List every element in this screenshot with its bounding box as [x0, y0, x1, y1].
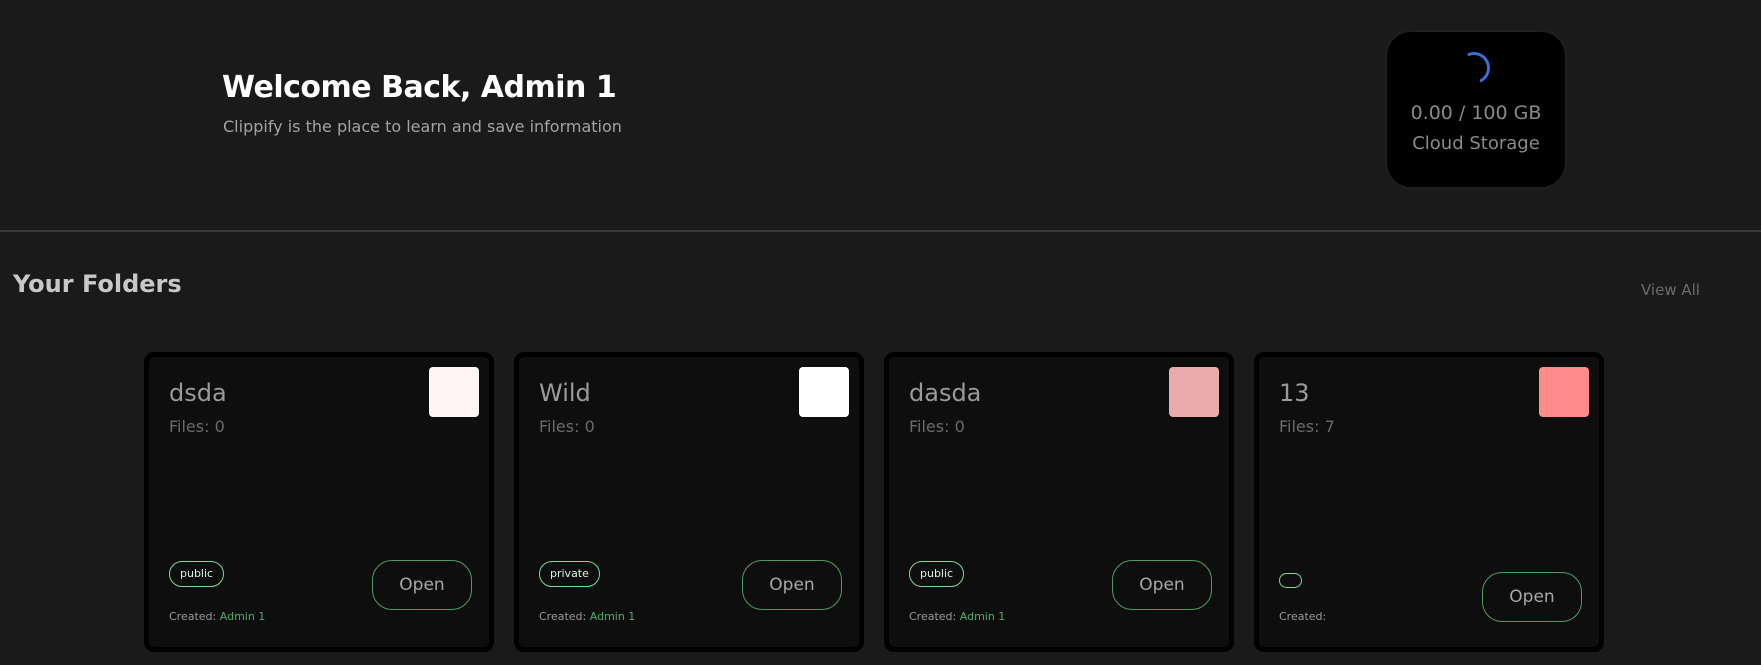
folder-color-swatch — [1169, 367, 1219, 417]
folder-card[interactable]: 13 Files: 7 Created: Open — [1254, 352, 1604, 652]
open-folder-button[interactable]: Open — [1482, 572, 1582, 622]
folder-file-count: Files: 0 — [909, 417, 965, 436]
folder-color-swatch — [799, 367, 849, 417]
loading-spinner-icon — [1453, 47, 1495, 89]
created-by: Created: Admin 1 — [909, 610, 1005, 623]
view-all-link[interactable]: View All — [1641, 281, 1700, 299]
welcome-subtitle: Clippify is the place to learn and save … — [223, 117, 622, 136]
created-label: Created: — [1279, 610, 1327, 623]
folder-card[interactable]: dasda Files: 0 public Created: Admin 1 O… — [884, 352, 1234, 652]
open-folder-button[interactable]: Open — [742, 560, 842, 610]
storage-usage-value: 0.00 / 100 GB — [1410, 102, 1542, 124]
visibility-badge — [1279, 573, 1302, 588]
created-by: Created: Admin 1 — [539, 610, 635, 623]
folder-card[interactable]: Wild Files: 0 private Created: Admin 1 O… — [514, 352, 864, 652]
author-link[interactable]: Admin 1 — [590, 610, 636, 623]
folders-grid: dsda Files: 0 public Created: Admin 1 Op… — [144, 352, 1604, 652]
folder-card[interactable]: dsda Files: 0 public Created: Admin 1 Op… — [144, 352, 494, 652]
visibility-badge: public — [909, 561, 965, 587]
created-label: Created: — [909, 610, 957, 623]
your-folders-title: Your Folders — [13, 270, 182, 298]
header-divider — [0, 230, 1761, 232]
open-folder-button[interactable]: Open — [1112, 560, 1212, 610]
folder-name: Wild — [539, 379, 591, 407]
folder-name: dsda — [169, 379, 227, 407]
created-by: Created: — [1279, 610, 1326, 623]
welcome-header: Welcome Back, Admin 1 Clippify is the pl… — [0, 0, 1761, 231]
open-folder-button[interactable]: Open — [372, 560, 472, 610]
folder-name: dasda — [909, 379, 982, 407]
storage-label: Cloud Storage — [1412, 133, 1540, 154]
folder-file-count: Files: 0 — [539, 417, 595, 436]
author-link[interactable]: Admin 1 — [220, 610, 266, 623]
folder-color-swatch — [429, 367, 479, 417]
welcome-title: Welcome Back, Admin 1 — [222, 70, 617, 105]
folder-name: 13 — [1279, 379, 1310, 407]
folder-file-count: Files: 0 — [169, 417, 225, 436]
visibility-badge: private — [539, 561, 600, 587]
author-link[interactable]: Admin 1 — [960, 610, 1006, 623]
created-by: Created: Admin 1 — [169, 610, 265, 623]
cloud-storage-card: 0.00 / 100 GB Cloud Storage — [1387, 32, 1565, 187]
created-label: Created: — [539, 610, 587, 623]
created-label: Created: — [169, 610, 217, 623]
folder-file-count: Files: 7 — [1279, 417, 1335, 436]
folder-color-swatch — [1539, 367, 1589, 417]
visibility-badge: public — [169, 561, 225, 587]
